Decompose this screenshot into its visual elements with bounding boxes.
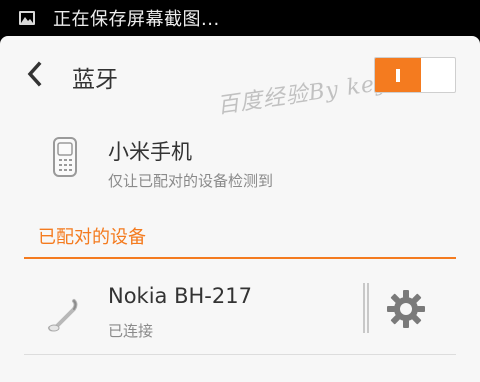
paired-device-status: 已连接 — [108, 322, 154, 340]
paired-device-name: Nokia BH-217 — [108, 284, 252, 308]
phone-icon — [52, 136, 78, 178]
toggle-on-knob — [375, 58, 421, 92]
vertical-divider — [363, 283, 369, 333]
header: 蓝牙 百度经验By key0928 — [0, 36, 480, 119]
page-title: 蓝牙 — [72, 67, 118, 93]
paired-devices-heading: 已配对的设备 — [38, 227, 146, 248]
image-icon — [19, 11, 35, 25]
headset-icon — [46, 297, 82, 337]
status-text: 正在保存屏幕截图... — [53, 9, 220, 30]
status-bar: 正在保存屏幕截图... — [0, 0, 480, 36]
paired-device-row[interactable]: Nokia BH-217 已连接 — [0, 262, 480, 354]
section-divider — [24, 257, 456, 259]
local-device-row[interactable]: 小米手机 仅让已配对的设备检测到 — [0, 128, 480, 198]
bluetooth-settings-panel: 蓝牙 百度经验By key0928 小米手机 仅让已配对的设备检测到 已配对的设… — [0, 36, 480, 382]
gear-icon[interactable] — [386, 289, 426, 329]
row-divider — [24, 354, 456, 355]
chevron-left-icon[interactable] — [24, 61, 46, 87]
local-device-visibility: 仅让已配对的设备检测到 — [108, 172, 274, 190]
local-device-name: 小米手机 — [108, 140, 192, 164]
bluetooth-toggle[interactable] — [374, 57, 456, 93]
